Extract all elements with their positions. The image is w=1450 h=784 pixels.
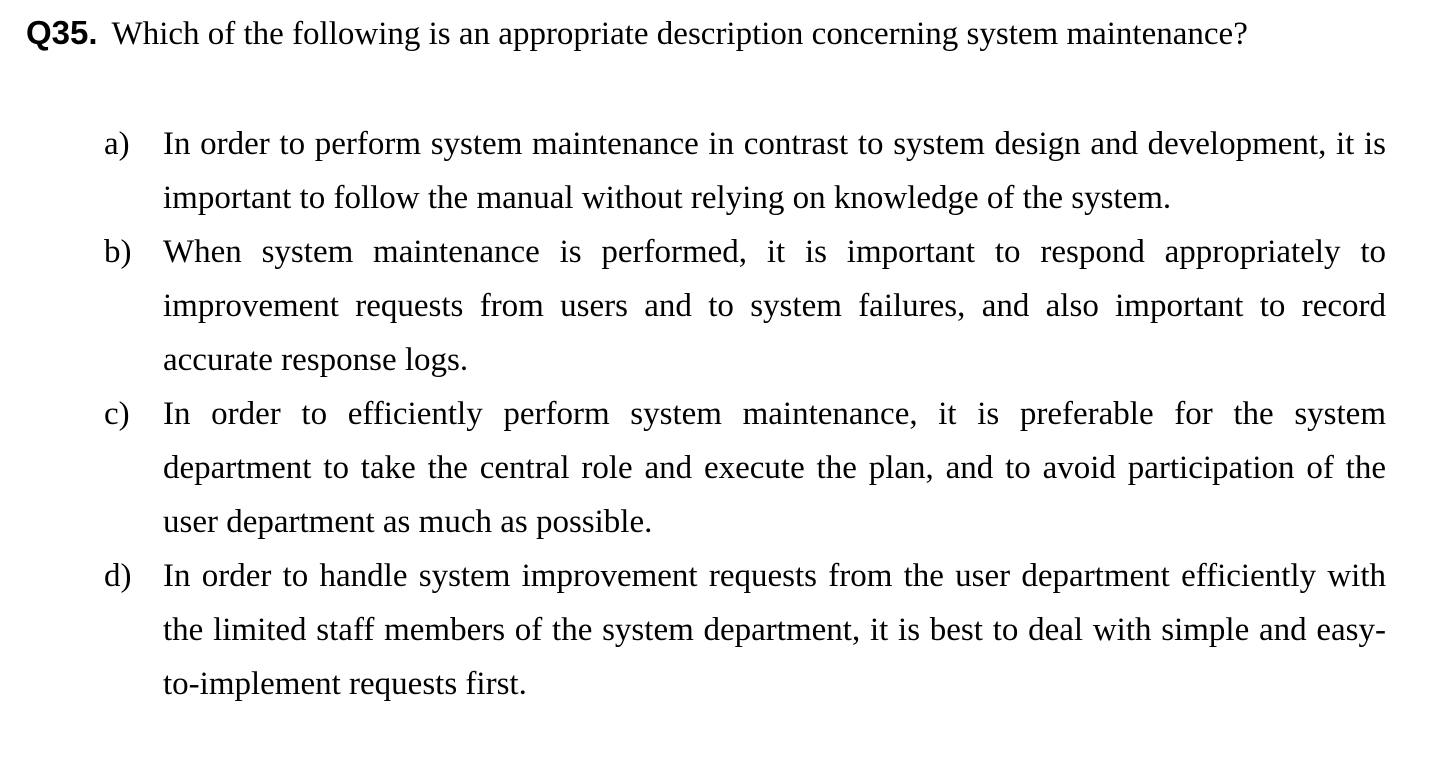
answer-options: a) In order to perform system maintenanc… [104,117,1386,711]
question-text: Which of the following is an appropriate… [111,16,1248,52]
option-text: In order to efficiently perform system m… [163,396,1386,540]
option-label: c) [104,396,130,432]
option-b: b) When system maintenance is performed,… [104,225,1386,387]
option-label: b) [104,234,132,270]
option-label: d) [104,558,132,594]
option-text: In order to perform system maintenance i… [163,126,1386,216]
option-label: a) [104,126,130,162]
option-c: c) In order to efficiently perform syste… [104,387,1386,549]
question-header: Q35. Which of the following is an approp… [26,14,1426,53]
option-d: d) In order to handle system improvement… [104,549,1386,711]
option-text: In order to handle system improvement re… [163,558,1386,702]
option-a: a) In order to perform system maintenanc… [104,117,1386,225]
question-number: Q35. [26,14,98,51]
option-text: When system maintenance is performed, it… [163,234,1386,378]
